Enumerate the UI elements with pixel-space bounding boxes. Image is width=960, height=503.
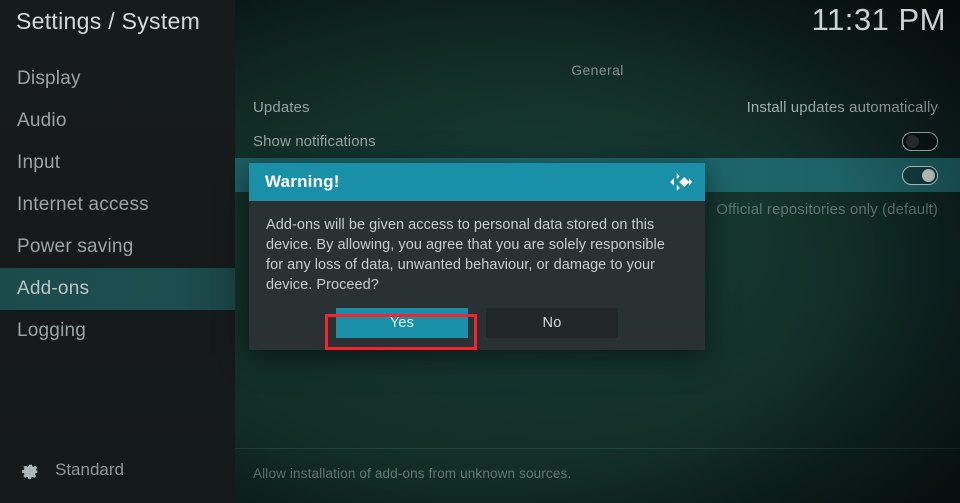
sidebar-item-internet-access[interactable]: Internet access <box>0 184 235 226</box>
kodi-logo-icon <box>669 171 693 193</box>
dialog-title: Warning! <box>265 172 340 191</box>
sidebar-item-logging[interactable]: Logging <box>0 310 235 352</box>
dialog-header: Warning! <box>249 163 705 201</box>
sidebar-item-label: Internet access <box>17 194 149 215</box>
clock: 11:31 PM <box>811 2 946 37</box>
settings-level-label: Standard <box>55 459 124 479</box>
yes-button[interactable]: Yes <box>336 308 468 338</box>
sidebar-item-label: Display <box>17 68 81 89</box>
no-button[interactable]: No <box>486 308 618 338</box>
sidebar-item-add-ons[interactable]: Add-ons <box>0 268 235 310</box>
dialog-body: Add-ons will be given access to personal… <box>249 201 705 295</box>
sidebar-item-label: Input <box>17 152 61 173</box>
dialog-message: Add-ons will be given access to personal… <box>266 217 665 293</box>
sidebar-item-audio[interactable]: Audio <box>0 100 235 142</box>
sidebar-item-label: Power saving <box>17 236 134 257</box>
settings-level-selector[interactable]: Standard <box>18 458 124 481</box>
sidebar-item-display[interactable]: Display <box>0 58 235 100</box>
gear-icon <box>18 458 41 481</box>
top-bar: Settings / System 11:31 PM <box>0 0 960 52</box>
kodi-settings-screen: General Updates Install updates automati… <box>0 0 960 503</box>
sidebar-item-label: Add-ons <box>17 278 90 299</box>
sidebar-item-label: Audio <box>17 110 67 131</box>
page-title: Settings / System <box>16 8 201 34</box>
sidebar-item-label: Logging <box>17 320 87 341</box>
settings-sidebar: Display Audio Input Internet access Powe… <box>0 0 235 503</box>
warning-dialog: Warning! Add-ons will be given access to… <box>249 163 705 350</box>
sidebar-item-input[interactable]: Input <box>0 142 235 184</box>
sidebar-item-power-saving[interactable]: Power saving <box>0 226 235 268</box>
sidebar-menu-list: Display Audio Input Internet access Powe… <box>0 58 235 352</box>
dialog-button-row: Yes No <box>249 308 705 338</box>
